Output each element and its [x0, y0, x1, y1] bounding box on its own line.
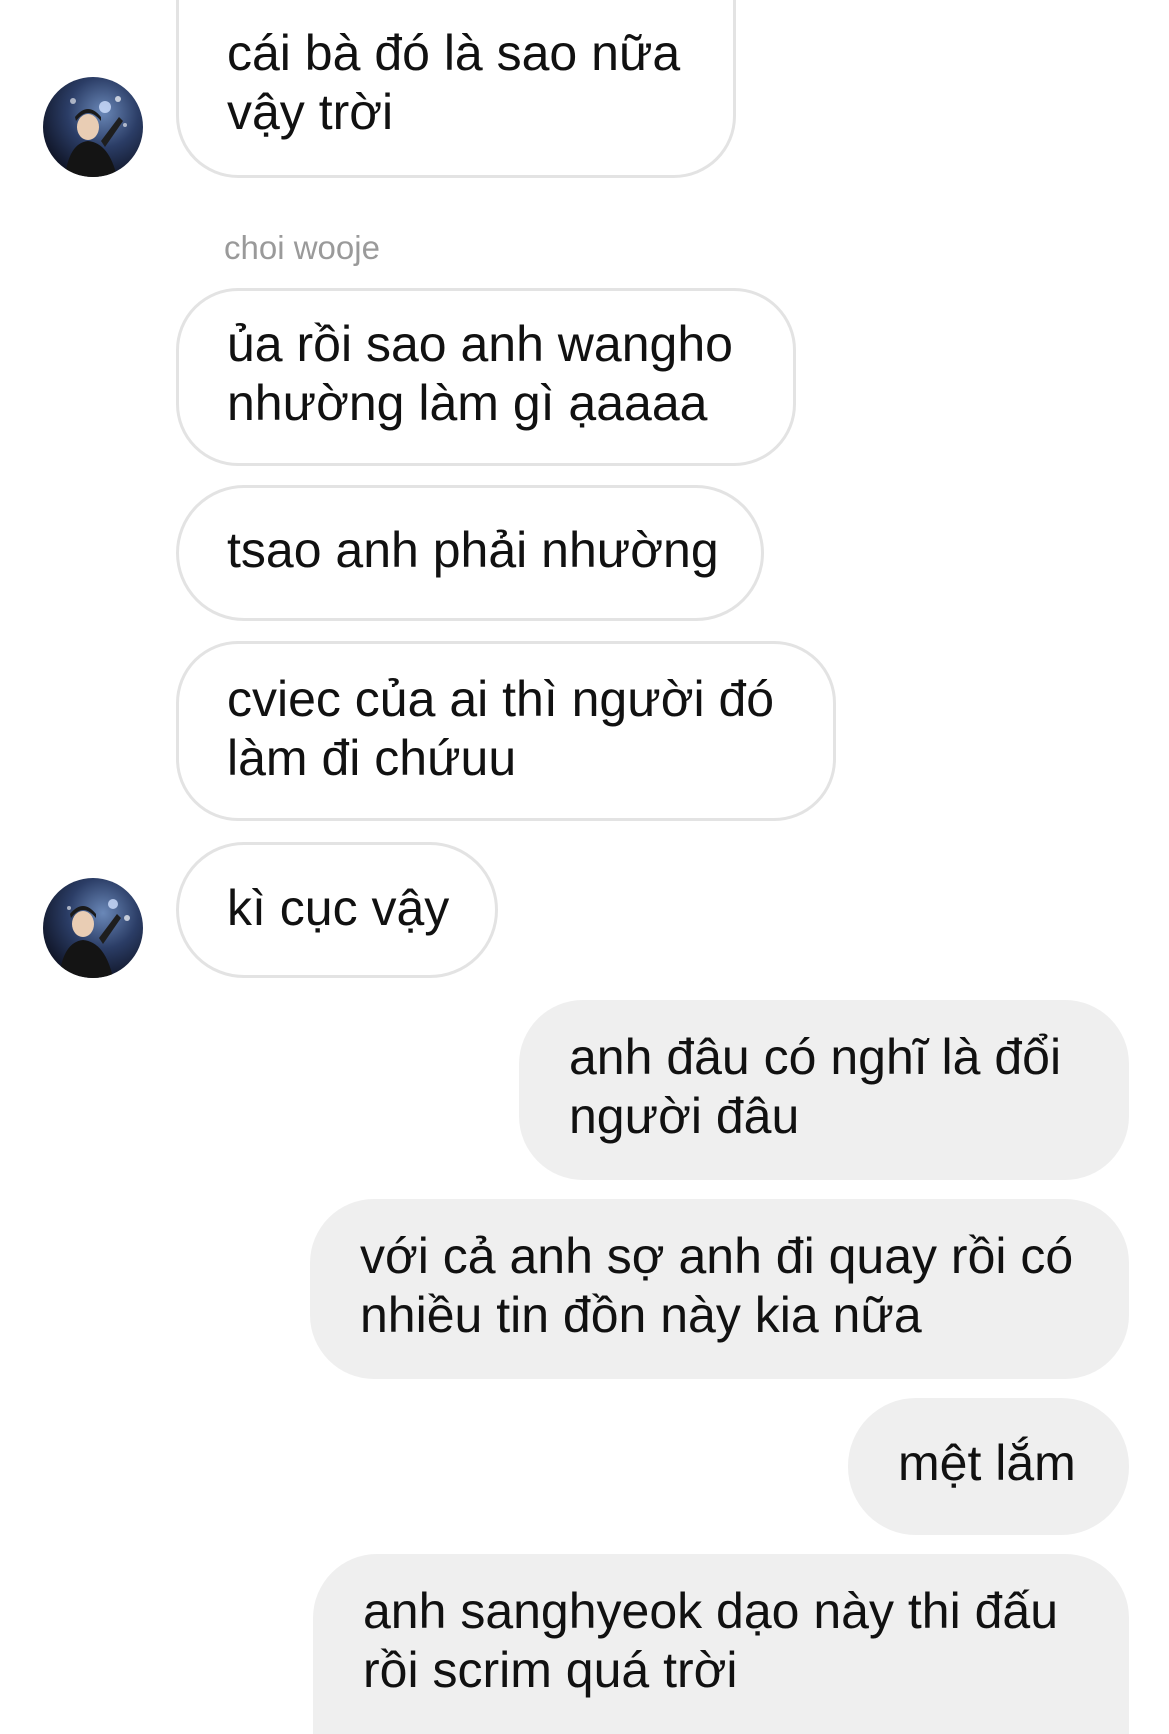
incoming-message-bubble[interactable]: kì cục vậy [176, 842, 498, 978]
outgoing-message-bubble[interactable]: anh đâu có nghĩ là đổi người đâu [519, 1000, 1129, 1180]
message-text: cviec của ai thì người đó [227, 671, 775, 727]
incoming-message-bubble[interactable]: tsao anh phải nhường [176, 485, 764, 621]
message-text: làm đi chứuu [227, 730, 517, 786]
message-text: với cả anh sợ anh đi quay rồi có [360, 1228, 1074, 1284]
message-text: anh đâu có nghĩ là đổi [569, 1029, 1062, 1085]
incoming-message-bubble[interactable]: cái bà đó là sao nữa vậy trời [176, 0, 736, 178]
incoming-message-bubble[interactable]: ủa rồi sao anh wangho nhường làm gì ạaaa… [176, 288, 796, 466]
message-text: rồi scrim quá trời [363, 1642, 738, 1698]
message-text: người đâu [569, 1088, 800, 1144]
incoming-message-bubble[interactable]: cviec của ai thì người đó làm đi chứuu [176, 641, 836, 821]
outgoing-message-bubble[interactable]: anh sanghyeok dạo này thi đấu rồi scrim … [313, 1554, 1129, 1734]
contact-avatar[interactable] [43, 77, 143, 177]
sender-name: choi wooje [224, 229, 380, 266]
message-text: anh sanghyeok dạo này thi đấu [363, 1583, 1058, 1639]
message-text: tsao anh phải nhường [227, 522, 719, 578]
message-text: kì cục vậy [227, 880, 450, 936]
message-text: vậy trời [227, 84, 394, 140]
avatar-photo-icon [65, 96, 127, 177]
message-text: nhường làm gì ạaaaa [227, 375, 708, 431]
outgoing-message-bubble[interactable]: mệt lắm [848, 1398, 1129, 1535]
message-text: mệt lắm [898, 1435, 1076, 1491]
message-text: nhiều tin đồn này kia nữa [360, 1287, 922, 1343]
avatar-photo-icon [59, 899, 130, 978]
outgoing-message-bubble[interactable]: với cả anh sợ anh đi quay rồi có nhiều t… [310, 1199, 1129, 1379]
contact-avatar[interactable] [43, 878, 143, 978]
message-text: ủa rồi sao anh wangho [227, 316, 733, 372]
message-text: cái bà đó là sao nữa [227, 25, 681, 81]
